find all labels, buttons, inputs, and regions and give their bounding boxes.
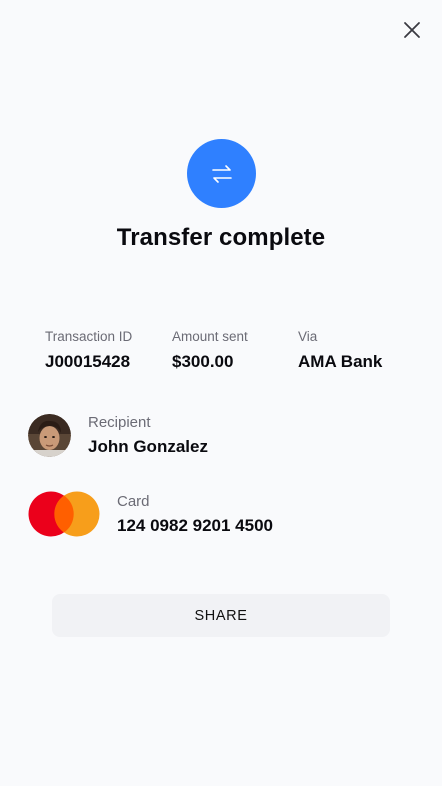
transfer-arrows-icon (211, 164, 232, 183)
detail-label: Amount sent (172, 329, 248, 344)
mastercard-logo (28, 491, 100, 537)
close-button[interactable] (400, 18, 424, 42)
card-label: Card (117, 492, 150, 510)
transfer-status-badge (187, 139, 256, 208)
detail-value: AMA Bank (298, 352, 383, 371)
detail-value: J00015428 (45, 352, 131, 371)
share-button[interactable]: SHARE (52, 594, 390, 637)
card-row: Card 124 0982 9201 4500 (28, 491, 273, 537)
close-icon (404, 22, 420, 38)
card-number: 124 0982 9201 4500 (117, 515, 273, 535)
transfer-complete-screen: Transfer complete Transaction ID J000154… (0, 0, 442, 786)
recipient-row: Recipient John Gonzalez (28, 413, 208, 458)
detail-label: Via (298, 329, 318, 344)
detail-amount-sent: Amount sent $300.00 (172, 328, 248, 373)
page-title: Transfer complete (116, 224, 326, 251)
detail-label: Transaction ID (45, 329, 133, 344)
detail-value: $300.00 (172, 352, 234, 371)
detail-transaction-id: Transaction ID J00015428 (45, 328, 132, 373)
detail-via: Via AMA Bank (298, 328, 382, 373)
recipient-name: John Gonzalez (88, 437, 208, 456)
recipient-label: Recipient (88, 414, 151, 431)
avatar (28, 414, 71, 457)
